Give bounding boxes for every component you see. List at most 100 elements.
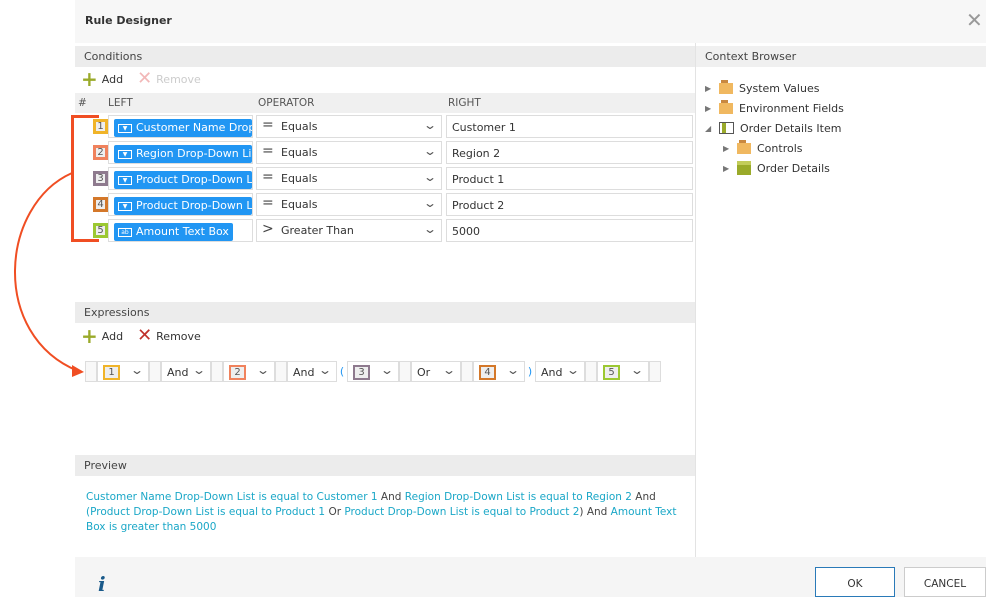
expand-icon[interactable]: ▶ <box>723 144 731 153</box>
parenthesis[interactable]: ( <box>337 365 347 378</box>
right-value-input[interactable]: Product 1 <box>446 167 693 190</box>
condition-row: 2 ▼ Region Drop-Down List = Equals ⌄ Region… <box>75 140 695 166</box>
chevron-down-icon: ⌄ <box>422 118 438 132</box>
right-value-input[interactable]: Customer 1 <box>446 115 693 138</box>
right-value-input[interactable]: 5000 <box>446 219 693 242</box>
operator-select[interactable]: = Equals ⌄ <box>256 167 442 190</box>
logical-operator-select[interactable]: Or ⌄ <box>411 361 461 382</box>
logical-operator-value: And <box>167 366 189 379</box>
cancel-button[interactable]: CANCEL <box>904 567 986 597</box>
condition-number-badge: 5 <box>603 365 620 380</box>
condition-ref-select[interactable]: 3 ⌄ <box>347 361 399 382</box>
tree-item-environment-fields[interactable]: ▶ Environment Fields <box>705 99 844 116</box>
condition-ref-select[interactable]: 5 ⌄ <box>597 361 649 382</box>
operator-select[interactable]: = Equals ⌄ <box>256 193 442 216</box>
left-operand[interactable]: ▼ Product Drop-Down List <box>108 167 253 190</box>
equals-icon: = <box>262 195 274 211</box>
tree-item-system-values[interactable]: ▶ System Values <box>705 79 819 96</box>
tree-label: Order Details <box>757 161 830 175</box>
preview-operator-text: Or <box>325 506 345 518</box>
left-operand[interactable]: ab Amount Text Box <box>108 219 253 242</box>
preview-operator-text: And <box>631 491 656 503</box>
dropdown-list-icon: ▼ <box>118 201 132 211</box>
condition-ref-select[interactable]: 2 ⌄ <box>223 361 275 382</box>
chevron-down-icon: ⌄ <box>129 363 145 377</box>
right-value-input[interactable]: Region 2 <box>446 141 693 164</box>
add-condition-button[interactable]: + Add <box>81 69 123 89</box>
expand-icon[interactable]: ▶ <box>705 84 713 93</box>
chevron-down-icon: ⌄ <box>191 363 207 377</box>
condition-ref-select[interactable]: 1 ⌄ <box>97 361 149 382</box>
expressions-toolbar: + Add ✕ Remove <box>75 325 201 347</box>
operator-select[interactable]: = Equals ⌄ <box>256 115 442 138</box>
operator-value: Greater Than <box>281 224 354 237</box>
expression-separator[interactable] <box>649 361 661 382</box>
tree-label: Order Details Item <box>740 121 842 135</box>
expression-separator[interactable] <box>461 361 473 382</box>
operator-select[interactable]: > Greater Than ⌄ <box>256 219 442 242</box>
logical-operator-value: And <box>541 366 563 379</box>
expression-separator[interactable] <box>275 361 287 382</box>
preview-condition-text: Region Drop-Down List is equal to Region… <box>404 491 632 503</box>
condition-number-badge: 3 <box>353 365 370 380</box>
tree-item-order-details-item[interactable]: ◢ Order Details Item <box>705 120 841 136</box>
title-bar <box>75 0 986 43</box>
ok-button[interactable]: OK <box>815 567 895 597</box>
condition-row: 3 ▼Product Drop-Down List =Equals⌄ Produ… <box>75 166 695 192</box>
left-operand[interactable]: ▼ Region Drop-Down List <box>108 141 253 164</box>
left-field-chip: ▼ Region Drop-Down List <box>114 145 252 163</box>
add-expression-button[interactable]: + Add <box>81 324 123 348</box>
preview-header: Preview <box>75 455 695 476</box>
remove-icon: ✕ <box>137 325 153 346</box>
panel-divider <box>695 43 696 557</box>
tree-item-order-details[interactable]: ▶ Order Details <box>723 160 830 176</box>
left-field-chip: ▼ Product Drop-Down List <box>114 171 252 189</box>
remove-condition-button[interactable]: ✕ Remove <box>137 68 201 89</box>
expression-separator[interactable] <box>149 361 161 382</box>
greater-than-icon: > <box>262 221 274 237</box>
expression-separator[interactable] <box>585 361 597 382</box>
left-operand[interactable]: ▼ Customer Name Drop-Down List <box>108 115 253 138</box>
left-field-label: Region Drop-Down List <box>136 147 252 160</box>
expression-separator[interactable] <box>85 361 97 382</box>
logical-operator-select[interactable]: And ⌄ <box>161 361 211 382</box>
chevron-down-icon: ⌄ <box>441 363 457 377</box>
chevron-down-icon: ⌄ <box>505 363 521 377</box>
collapse-icon[interactable]: ◢ <box>705 124 713 133</box>
condition-ref-select[interactable]: 4 ⌄ <box>473 361 525 382</box>
condition-row: 5 ab Amount Text Box > Greater Than ⌄ 5000 <box>75 218 695 244</box>
parenthesis[interactable]: ) <box>525 365 535 378</box>
chevron-down-icon: ⌄ <box>422 196 438 210</box>
expression-separator[interactable] <box>211 361 223 382</box>
expand-icon[interactable]: ▶ <box>705 104 713 113</box>
dropdown-list-icon: ▼ <box>118 175 132 185</box>
col-left: LEFT <box>108 97 133 109</box>
preview-condition-text: Customer Name Drop-Down List is equal to… <box>86 491 378 503</box>
right-value-input[interactable]: Product 2 <box>446 193 693 216</box>
tree-item-controls[interactable]: ▶ Controls <box>723 139 803 156</box>
info-icon[interactable]: i <box>98 572 106 596</box>
logical-operator-value: Or <box>417 366 431 379</box>
condition-number-badge: 2 <box>229 365 246 380</box>
chevron-down-icon: ⌄ <box>379 363 395 377</box>
expand-icon[interactable]: ▶ <box>723 164 731 173</box>
operator-select[interactable]: = Equals ⌄ <box>256 141 442 164</box>
preview-operator-text: And <box>377 491 405 503</box>
smartobject-cube-icon <box>737 161 751 175</box>
close-icon[interactable]: ✕ <box>966 10 983 30</box>
remove-icon: ✕ <box>137 68 153 89</box>
logical-operator-select[interactable]: And ⌄ <box>535 361 585 382</box>
preview-condition-text: Product Drop-Down List is equal to Produ… <box>90 506 326 518</box>
expression-separator[interactable] <box>399 361 411 382</box>
operator-value: Equals <box>281 120 318 133</box>
left-operand[interactable]: ▼ Product Drop-Down List <box>108 193 253 216</box>
remove-expression-button[interactable]: ✕ Remove <box>137 325 201 346</box>
folder-icon <box>719 79 733 94</box>
logical-operator-select[interactable]: And ⌄ <box>287 361 337 382</box>
left-field-label: Product Drop-Down List <box>136 173 252 186</box>
equals-icon: = <box>262 169 274 185</box>
plus-icon: + <box>81 324 98 348</box>
chevron-down-icon: ⌄ <box>422 170 438 184</box>
left-field-chip: ▼ Product Drop-Down List <box>114 197 252 215</box>
chevron-down-icon: ⌄ <box>629 363 645 377</box>
